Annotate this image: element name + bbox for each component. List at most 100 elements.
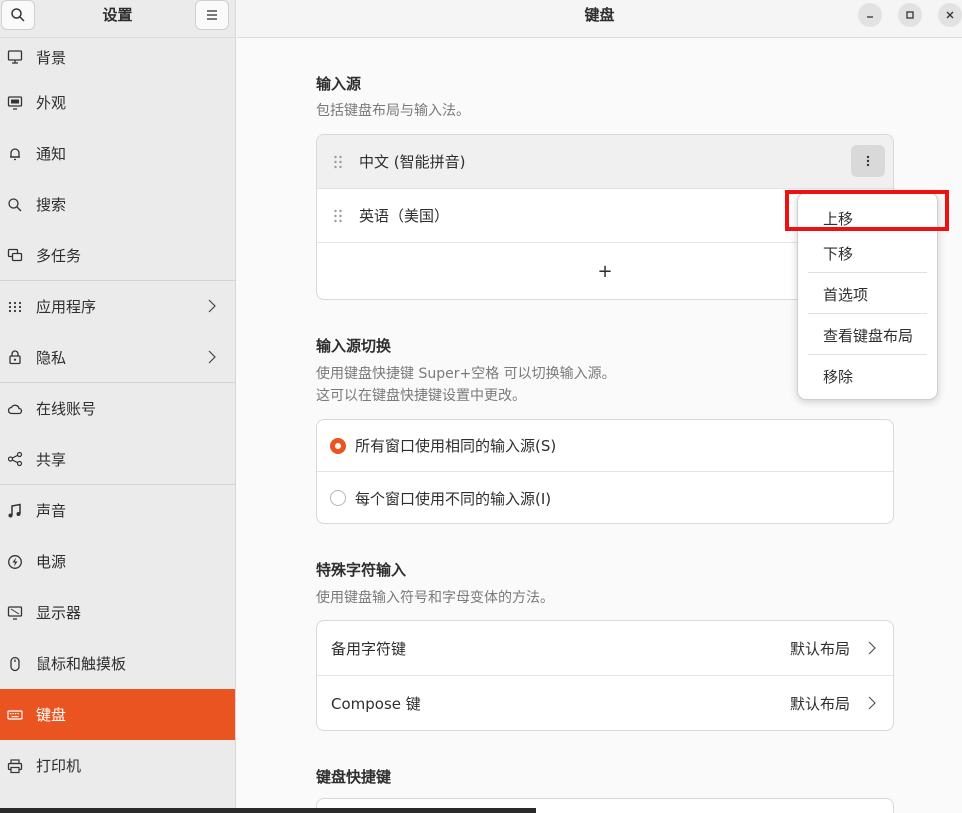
add-icon: +: [597, 260, 613, 282]
keyboard-icon: [0, 705, 30, 725]
menu-divider: [808, 313, 927, 314]
sidebar-item-label: 显示器: [36, 604, 82, 622]
kebab-menu-icon: [866, 155, 870, 167]
sidebar-item-label: 隐私: [36, 348, 67, 367]
chevron-right-icon: [868, 696, 876, 710]
radio-selected-icon[interactable]: [330, 437, 346, 454]
lock-icon: [0, 347, 30, 367]
appearance-icon: [0, 93, 30, 113]
multitasking-icon: [0, 245, 30, 265]
sidebar-item-background[interactable]: 背景: [0, 37, 235, 77]
printer-icon: [0, 756, 30, 776]
search-icon: [0, 195, 30, 215]
special-chars-list: 备用字符键 默认布局 Compose 键 默认布局: [316, 620, 894, 731]
sidebar-item-printers[interactable]: 打印机: [0, 740, 235, 791]
sidebar-item-multitasking[interactable]: 多任务: [0, 230, 235, 281]
menu-divider: [808, 354, 927, 355]
sidebar-item-label: 搜索: [36, 196, 67, 214]
menu-item-remove[interactable]: 移除: [823, 366, 853, 387]
sidebar-item-label: 背景: [36, 48, 67, 67]
chevron-right-icon: [868, 641, 876, 655]
bell-icon: [0, 144, 30, 164]
radio-unselected-icon[interactable]: [330, 490, 346, 506]
sidebar-item-label: 鼠标和触摸板: [36, 655, 127, 673]
sidebar-item-sound[interactable]: 声音: [0, 485, 235, 536]
chevron-right-icon: [208, 350, 216, 364]
sidebar-item-privacy[interactable]: 隐私: [0, 332, 235, 383]
sidebar-item-power[interactable]: 电源: [0, 536, 235, 587]
sidebar-item-displays[interactable]: 显示器: [0, 587, 235, 638]
maximize-button[interactable]: [898, 3, 922, 27]
compose-key-row[interactable]: Compose 键 默认布局: [317, 676, 893, 730]
music-note-icon: [0, 501, 30, 521]
bottom-scroll-indicator: [0, 808, 536, 813]
radio-label: 所有窗口使用相同的输入源(S): [355, 437, 557, 455]
close-icon: [946, 11, 954, 19]
sidebar-item-label: 在线账号: [36, 400, 97, 418]
alternate-chars-key-row[interactable]: 备用字符键 默认布局: [317, 621, 893, 676]
mouse-icon: [0, 654, 30, 674]
sidebar-header: 设置: [0, 0, 235, 38]
drag-handle-icon[interactable]: [317, 155, 359, 169]
sidebar-list: 背景 外观 通知 搜索 多任务 应用程序 隐私 在线账号 共享 声音 电源 显示…: [0, 38, 235, 791]
input-sources-description: 包括键盘布局与输入法。: [316, 103, 470, 119]
sidebar-item-appearance[interactable]: 外观: [0, 77, 235, 128]
sidebar-item-label: 外观: [36, 94, 67, 112]
apps-grid-icon: [0, 297, 30, 317]
sidebar-item-sharing[interactable]: 共享: [0, 434, 235, 485]
sidebar-item-applications[interactable]: 应用程序: [0, 281, 235, 332]
page-title: 键盘: [584, 6, 615, 24]
input-source-label: 英语（美国）: [359, 207, 450, 225]
sidebar-item-search[interactable]: 搜索: [0, 179, 235, 230]
hamburger-menu-icon: [207, 10, 217, 20]
shortcuts-title: 键盘快捷键: [316, 768, 392, 786]
special-chars-title: 特殊字符输入: [316, 561, 407, 579]
sidebar-item-label: 键盘: [36, 706, 67, 724]
monitor-icon: [0, 603, 30, 623]
sidebar: 设置 背景 外观 通知 搜索 多任务 应用程序 隐私 在线账号 共享 声音 电源…: [0, 0, 236, 813]
switching-options: 所有窗口使用相同的输入源(S) 每个窗口使用不同的输入源(I): [316, 419, 894, 524]
sidebar-item-keyboard[interactable]: 键盘: [0, 689, 235, 740]
special-chars-description: 使用键盘输入符号和字母变体的方法。: [316, 590, 554, 606]
maximize-icon: [906, 11, 914, 19]
menu-item-move-down[interactable]: 下移: [823, 243, 853, 264]
switching-description-line1: 使用键盘快捷键 Super+空格 可以切换输入源。: [316, 366, 616, 382]
menu-item-preferences[interactable]: 首选项: [823, 284, 868, 305]
main-panel: 键盘 输入源 包括键盘布局与输入法。 中文 (智能拼音) 英语（美国） + 输入…: [237, 0, 962, 813]
main-header: 键盘: [237, 0, 962, 38]
sidebar-item-notifications[interactable]: 通知: [0, 128, 235, 179]
input-source-context-menu: 上移 下移 首选项 查看键盘布局 移除: [797, 192, 938, 400]
minimize-button[interactable]: [858, 3, 882, 27]
share-icon: [0, 449, 30, 469]
radio-option-same-source[interactable]: 所有窗口使用相同的输入源(S): [317, 420, 893, 472]
sidebar-item-online-accounts[interactable]: 在线账号: [0, 383, 235, 434]
switching-description-line2: 这可以在键盘快捷键设置中更改。: [316, 388, 526, 404]
sidebar-item-mouse-touchpad[interactable]: 鼠标和触摸板: [0, 638, 235, 689]
menu-item-move-up[interactable]: 上移: [823, 208, 853, 229]
cloud-icon: [0, 399, 30, 419]
main-menu-button[interactable]: [195, 0, 229, 30]
switching-title: 输入源切换: [316, 337, 392, 355]
menu-divider: [808, 272, 927, 273]
sidebar-item-label: 打印机: [36, 757, 82, 775]
power-icon: [0, 552, 30, 572]
input-sources-title: 输入源: [316, 75, 362, 93]
minimize-icon: [867, 16, 873, 18]
drag-handle-icon[interactable]: [317, 209, 359, 223]
sidebar-item-label: 应用程序: [36, 298, 97, 316]
chevron-right-icon: [208, 299, 216, 313]
radio-label: 每个窗口使用不同的输入源(I): [355, 489, 552, 508]
close-button[interactable]: [938, 3, 962, 27]
input-source-label: 中文 (智能拼音): [359, 153, 466, 171]
row-value: 默认布局: [789, 639, 850, 658]
sidebar-item-label: 多任务: [36, 246, 82, 265]
row-value: 默认布局: [789, 695, 850, 713]
row-label: 备用字符键: [331, 639, 407, 658]
sidebar-item-label: 共享: [36, 450, 67, 469]
display-icon: [0, 47, 30, 67]
input-source-menu-button[interactable]: [851, 145, 885, 177]
input-source-row[interactable]: 中文 (智能拼音): [317, 135, 893, 189]
row-label: Compose 键: [331, 695, 421, 713]
radio-option-per-window[interactable]: 每个窗口使用不同的输入源(I): [317, 472, 893, 523]
menu-item-view-layout[interactable]: 查看键盘布局: [823, 325, 913, 346]
